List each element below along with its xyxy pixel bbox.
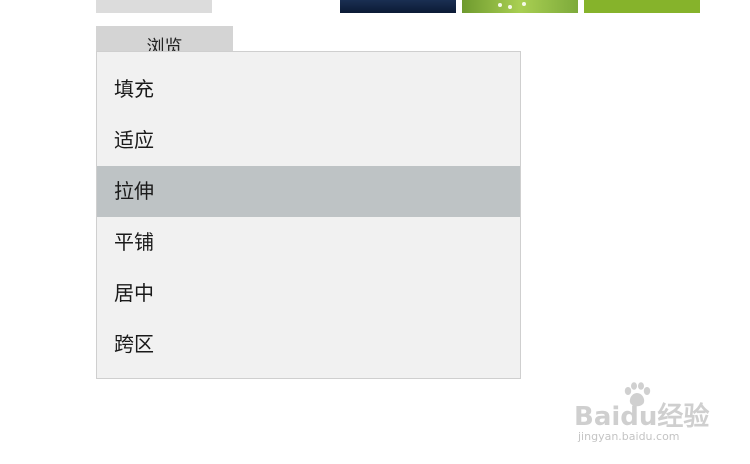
background-thumbnail-1[interactable] — [340, 0, 456, 13]
baidu-jingyan-watermark: Baidu经验 jingyan.baidu.com — [574, 382, 724, 448]
watermark-url: jingyan.baidu.com — [578, 430, 680, 443]
flower-decoration — [498, 3, 502, 7]
flower-decoration — [522, 2, 526, 6]
fit-option-stretch[interactable]: 拉伸 — [97, 166, 520, 217]
fit-dropdown-list: 填充 适应 拉伸 平铺 居中 跨区 — [96, 51, 521, 379]
fit-option-span[interactable]: 跨区 — [97, 319, 520, 370]
background-thumbnail-2[interactable] — [462, 0, 578, 13]
top-button-partial[interactable] — [96, 0, 212, 13]
flower-decoration — [508, 5, 512, 9]
fit-option-tile[interactable]: 平铺 — [97, 217, 520, 268]
background-thumbnail-3[interactable] — [584, 0, 700, 13]
fit-option-fit[interactable]: 适应 — [97, 115, 520, 166]
fit-option-center[interactable]: 居中 — [97, 268, 520, 319]
watermark-brand: Baidu经验 — [574, 402, 710, 432]
fit-option-fill[interactable]: 填充 — [97, 64, 520, 115]
